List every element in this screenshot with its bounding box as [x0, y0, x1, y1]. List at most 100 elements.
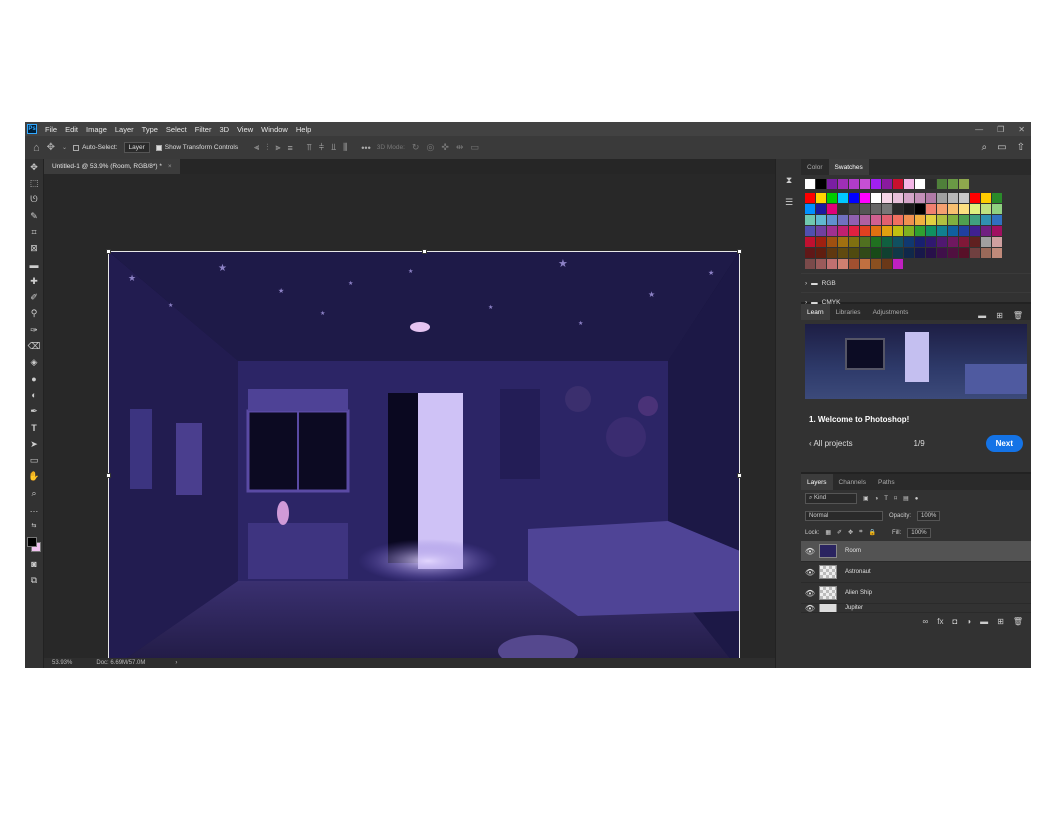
swatch[interactable]	[948, 179, 958, 189]
align-middle-icon[interactable]: ⫩	[319, 142, 324, 153]
swatch[interactable]	[838, 204, 848, 214]
swatch[interactable]	[805, 179, 815, 189]
swatch[interactable]	[849, 193, 859, 203]
swatch[interactable]	[827, 193, 837, 203]
swatch[interactable]	[838, 193, 848, 203]
swatch[interactable]	[827, 215, 837, 225]
swatch[interactable]	[871, 237, 881, 247]
swatch[interactable]	[805, 237, 815, 247]
filter-toggle-icon[interactable]: ●	[915, 496, 919, 502]
swatch[interactable]	[860, 193, 870, 203]
tab-libraries[interactable]: Libraries	[830, 304, 867, 320]
menu-layer[interactable]: Layer	[111, 125, 138, 134]
home-icon[interactable]: ⌂	[33, 142, 40, 154]
swatch[interactable]	[849, 237, 859, 247]
eye-icon[interactable]: 👁	[801, 568, 819, 577]
align-center-icon[interactable]: ⫶	[266, 142, 268, 153]
zoom-level[interactable]: 53.93%	[52, 660, 72, 666]
swatch[interactable]	[893, 179, 903, 189]
swatch[interactable]	[981, 215, 991, 225]
layer-jupiter[interactable]: 👁 Jupiter	[801, 604, 1031, 613]
swatch[interactable]	[805, 193, 815, 203]
swatch[interactable]	[926, 248, 936, 258]
swap-colors-icon[interactable]: ⇆	[25, 518, 43, 534]
frame-tool-icon[interactable]: ⊠	[25, 240, 43, 256]
tab-paths[interactable]: Paths	[872, 474, 901, 490]
marquee-tool-icon[interactable]: ⬚	[25, 175, 43, 191]
swatch[interactable]	[959, 215, 969, 225]
swatch[interactable]	[915, 204, 925, 214]
swatch[interactable]	[893, 226, 903, 236]
swatch[interactable]	[882, 248, 892, 258]
mask-icon[interactable]: ◘	[952, 617, 957, 626]
next-button[interactable]: Next	[985, 434, 1023, 452]
crop-tool-icon[interactable]: ⌗	[25, 224, 43, 240]
swatch[interactable]	[893, 204, 903, 214]
swatch[interactable]	[937, 215, 947, 225]
workspace-icon[interactable]: ▭	[997, 142, 1006, 153]
swatch[interactable]	[805, 248, 815, 258]
swatch[interactable]	[849, 248, 859, 258]
swatch[interactable]	[893, 193, 903, 203]
move-tool-icon[interactable]: ✥	[47, 142, 55, 153]
swatch[interactable]	[871, 248, 881, 258]
menu-edit[interactable]: Edit	[61, 125, 82, 134]
layer-filter-dropdown[interactable]: ⌕ Kind	[805, 493, 857, 504]
filter-pixel-icon[interactable]: ▣	[863, 495, 869, 502]
stamp-tool-icon[interactable]: ⚲	[25, 306, 43, 322]
swatch[interactable]	[937, 226, 947, 236]
menu-view[interactable]: View	[233, 125, 257, 134]
swatch[interactable]	[882, 204, 892, 214]
swatch[interactable]	[904, 179, 914, 189]
swatch[interactable]	[992, 193, 1002, 203]
color-swatches[interactable]	[25, 534, 43, 556]
tab-channels[interactable]: Channels	[833, 474, 872, 490]
layer-room[interactable]: 👁 Room	[801, 541, 1031, 562]
swatch[interactable]	[937, 204, 947, 214]
swatch[interactable]	[860, 226, 870, 236]
swatch[interactable]	[816, 237, 826, 247]
swatch[interactable]	[904, 193, 914, 203]
auto-select-checkbox[interactable]: Auto-Select:	[73, 144, 118, 151]
swatch[interactable]	[860, 215, 870, 225]
swatch[interactable]	[926, 215, 936, 225]
properties-icon[interactable]: ☰	[776, 191, 802, 213]
swatch[interactable]	[959, 248, 969, 258]
slide-icon[interactable]: ⇹	[456, 142, 464, 153]
swatch[interactable]	[849, 204, 859, 214]
tutorial-thumbnail[interactable]	[805, 324, 1027, 399]
swatch[interactable]	[816, 226, 826, 236]
filter-shape-icon[interactable]: ⌑	[894, 495, 897, 502]
camera-icon[interactable]: ▭	[470, 142, 479, 153]
tab-color[interactable]: Color	[801, 159, 829, 175]
trash-icon[interactable]: 🗑	[1013, 311, 1023, 320]
new-layer-icon[interactable]: ⊞	[997, 617, 1004, 626]
search-icon[interactable]: ⌕	[982, 142, 988, 153]
ruler-tool-icon[interactable]: ▬	[25, 257, 43, 273]
swatch[interactable]	[904, 248, 914, 258]
swatch[interactable]	[926, 193, 936, 203]
swatch[interactable]	[970, 237, 980, 247]
swatch[interactable]	[838, 226, 848, 236]
swatch[interactable]	[992, 248, 1002, 258]
swatch[interactable]	[805, 259, 815, 269]
swatch[interactable]	[948, 226, 958, 236]
chevron-right-icon[interactable]: ›	[175, 660, 177, 666]
distribute-icon[interactable]: ≡	[288, 143, 293, 153]
document-tab[interactable]: Untitled-1 @ 53.9% (Room, RGB/8*) * ×	[44, 159, 180, 174]
swatch[interactable]	[893, 259, 903, 269]
path-select-tool-icon[interactable]: ➤	[25, 436, 43, 452]
blur-tool-icon[interactable]: ●	[25, 371, 43, 387]
swatch[interactable]	[849, 179, 859, 189]
adjustment-icon[interactable]: ◑	[966, 617, 971, 626]
swatch[interactable]	[871, 193, 881, 203]
swatch[interactable]	[838, 215, 848, 225]
swatch[interactable]	[926, 179, 936, 189]
filter-smart-icon[interactable]: ▤	[903, 495, 909, 502]
lock-position-icon[interactable]: ✥	[848, 529, 853, 536]
swatch[interactable]	[860, 204, 870, 214]
swatch[interactable]	[904, 204, 914, 214]
swatch[interactable]	[948, 193, 958, 203]
group-icon[interactable]: ▬	[980, 617, 988, 626]
swatch[interactable]	[871, 226, 881, 236]
